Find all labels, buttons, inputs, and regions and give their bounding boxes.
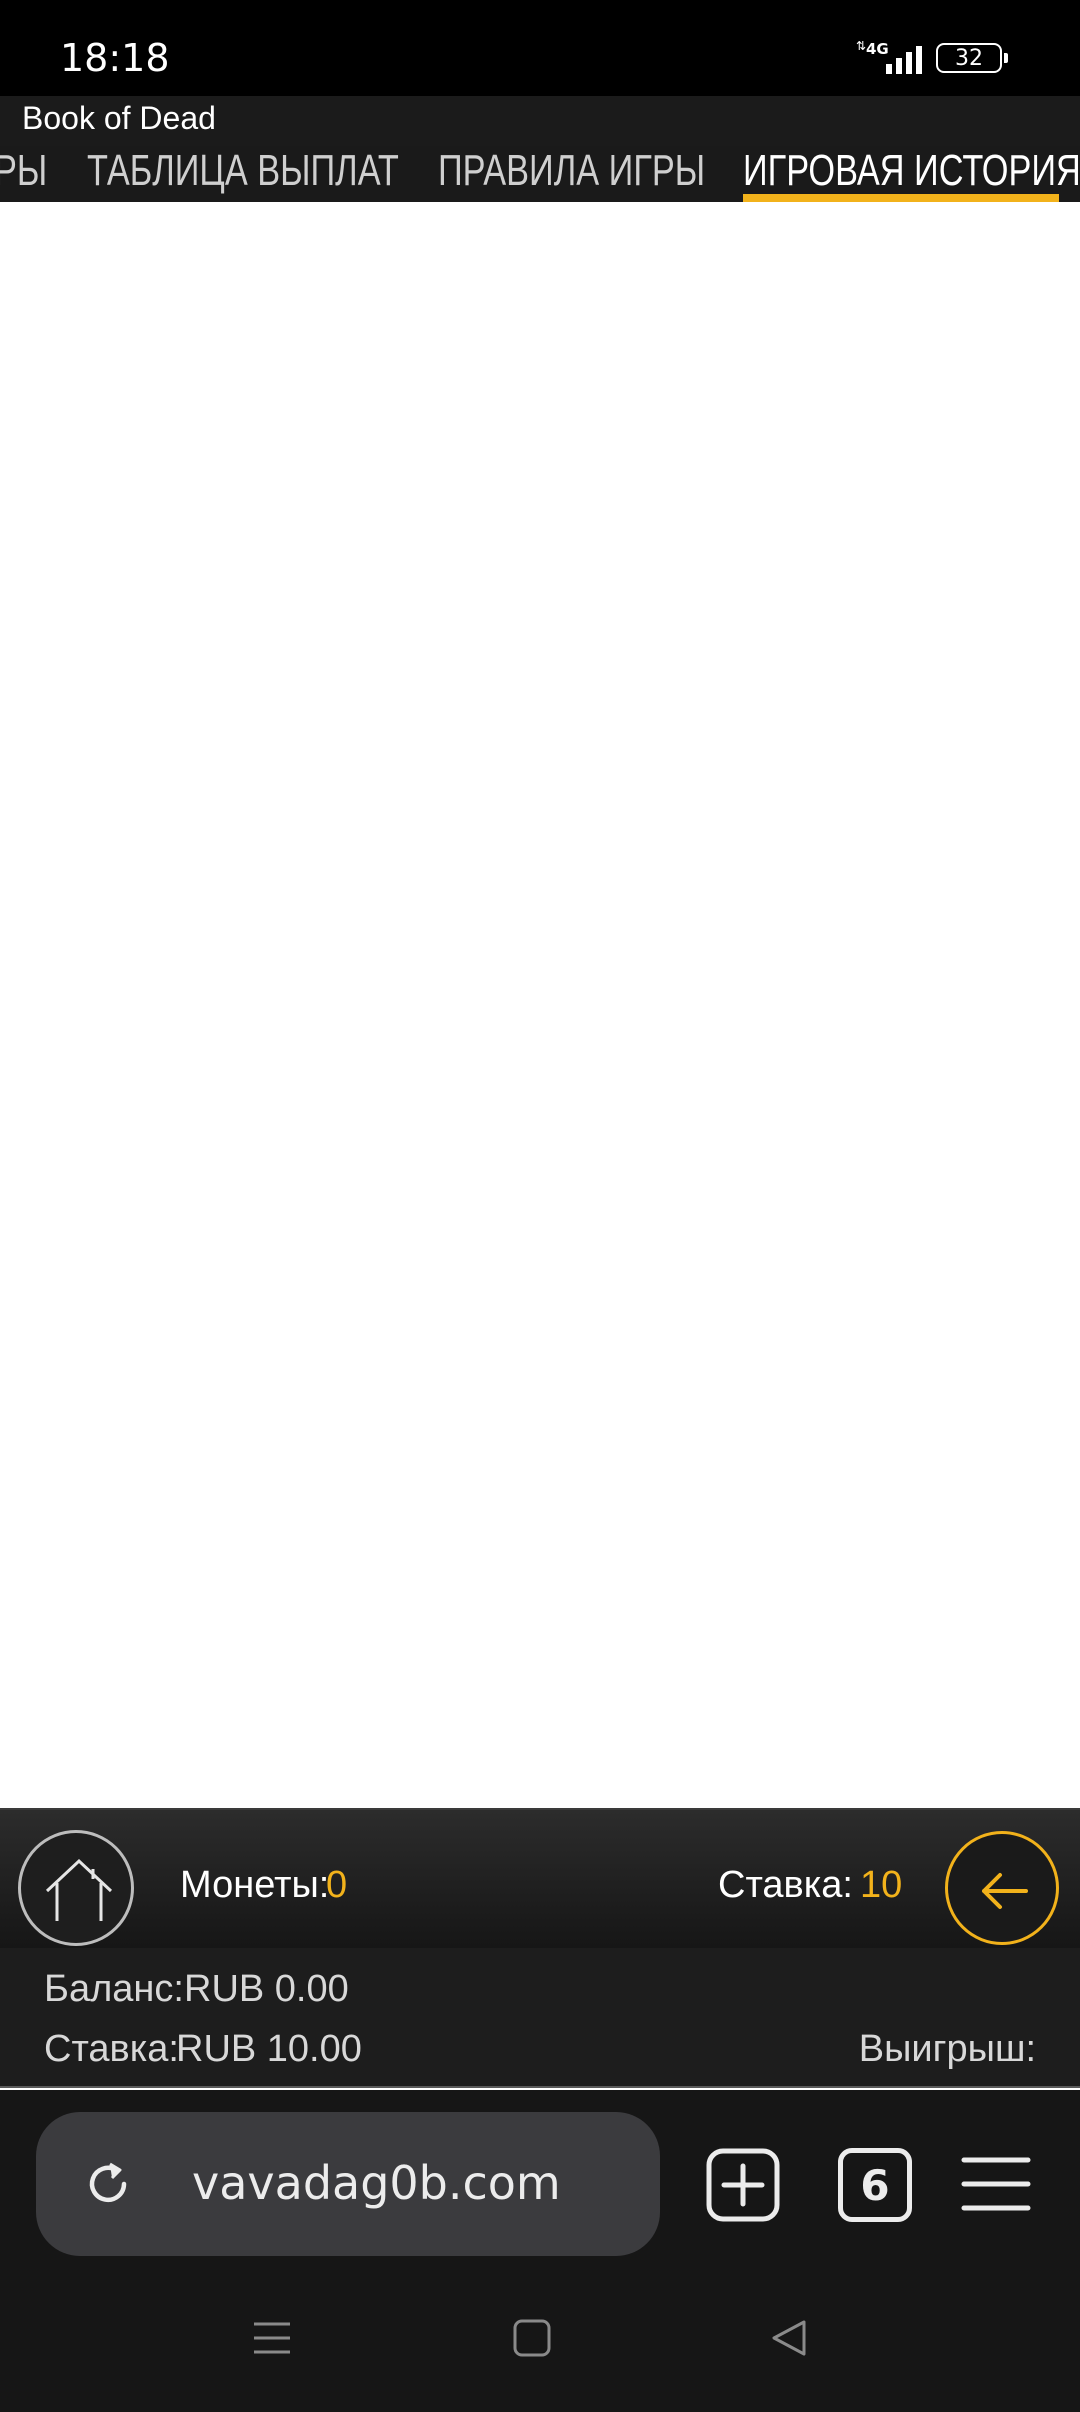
- home-nav-icon[interactable]: [512, 2318, 552, 2358]
- game-header: Book of Dead: [0, 96, 1080, 146]
- active-tab-indicator: [743, 194, 1059, 202]
- cellular-signal-icon: ⇅ 4G: [856, 40, 922, 76]
- stake-label: Ставка:: [44, 2028, 179, 2070]
- recent-apps-icon[interactable]: [252, 2318, 292, 2358]
- balance-value: RUB 0.00: [184, 1968, 349, 2010]
- url-text: vavadag0b.com: [192, 2156, 561, 2210]
- balance-label: Баланс:: [44, 1968, 184, 2010]
- home-icon: [45, 1858, 113, 1921]
- game-title: Book of Dead: [22, 100, 216, 136]
- battery-icon: 32: [936, 43, 1008, 73]
- status-bar: 18:18 ⇅ 4G 32: [0, 0, 1080, 96]
- status-icons: ⇅ 4G 32: [856, 40, 1008, 76]
- back-nav-icon[interactable]: [768, 2318, 808, 2358]
- battery-level: 32: [955, 45, 983, 71]
- win-label: Выигрыш:: [858, 2028, 1036, 2070]
- address-bar[interactable]: vavadag0b.com: [36, 2112, 660, 2256]
- browser-toolbar: vavadag0b.com 6: [0, 2090, 1080, 2290]
- bet-value: 10: [860, 1864, 903, 1906]
- reload-icon[interactable]: [80, 2156, 136, 2212]
- system-navigation-bar: [0, 2290, 1080, 2412]
- tab-game-rules[interactable]: ПРАВИЛА ИГРЫ: [438, 146, 705, 202]
- coins-value: 0: [326, 1864, 348, 1906]
- tab-switcher-button[interactable]: 6: [838, 2148, 912, 2222]
- back-button[interactable]: [945, 1831, 1059, 1945]
- bet-label: Ставка:: [718, 1864, 853, 1906]
- tab-count: 6: [860, 2160, 890, 2210]
- new-tab-button[interactable]: [706, 2148, 780, 2222]
- tab-game-info[interactable]: РЫ: [0, 146, 47, 202]
- stake-value: RUB 10.00: [176, 2028, 362, 2070]
- tab-paytable[interactable]: ТАБЛИЦА ВЫПЛАТ: [87, 146, 399, 202]
- home-button[interactable]: [18, 1830, 134, 1946]
- balance-panel: Баланс: RUB 0.00 Ставка: RUB 10.00 Выигр…: [0, 1948, 1080, 2088]
- arrow-left-icon: [982, 1873, 1028, 1909]
- game-history-content: [0, 202, 1080, 1808]
- status-time: 18:18: [60, 36, 170, 80]
- coins-label: Монеты:: [180, 1864, 330, 1906]
- game-control-bar: Монеты: 0 Ставка: 10: [0, 1808, 1080, 1948]
- browser-menu-button[interactable]: [960, 2152, 1032, 2216]
